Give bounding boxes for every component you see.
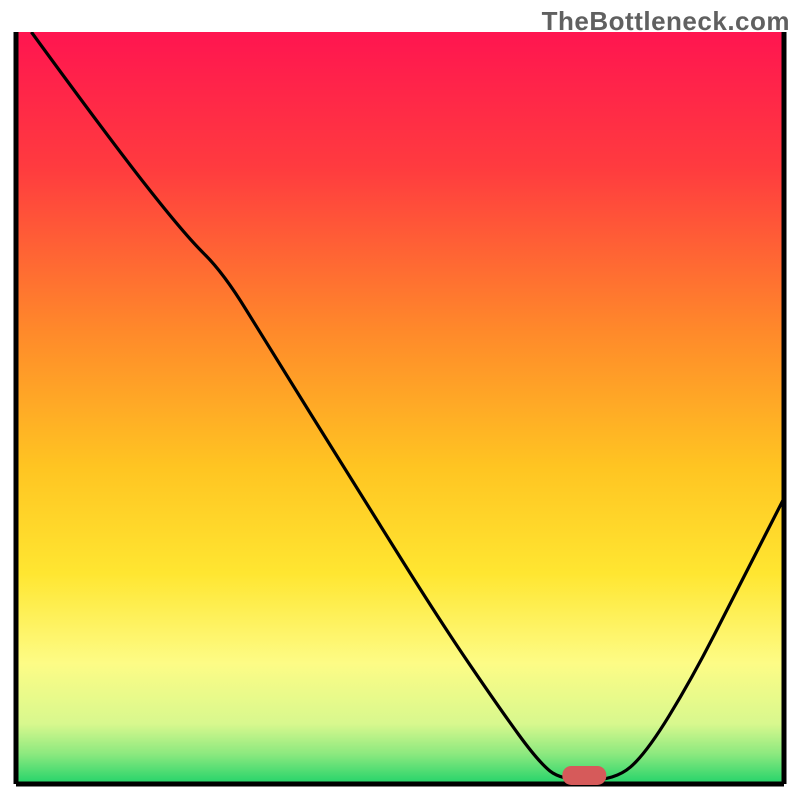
gradient-background [16, 32, 784, 784]
bottleneck-chart [0, 0, 800, 800]
bottleneck-chart-container: TheBottleneck.com [0, 0, 800, 800]
optimal-marker [562, 766, 606, 785]
watermark-text: TheBottleneck.com [542, 6, 790, 37]
